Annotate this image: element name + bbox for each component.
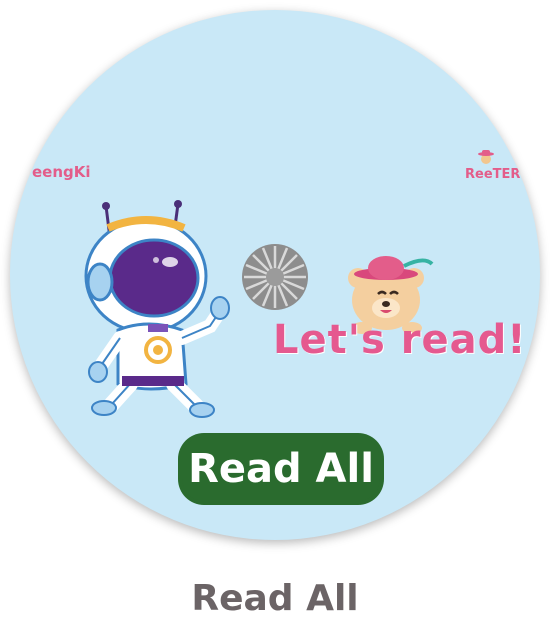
brand-logo-left: eengKi (32, 163, 91, 181)
lets-read-heading: Let's read! (273, 317, 527, 363)
read-all-caption: Read All (191, 578, 359, 619)
loading-spinner-icon (242, 244, 308, 310)
read-all-button[interactable]: Read All (182, 437, 380, 501)
bear-logo-icon (478, 150, 494, 164)
brand-logo-right: ReeTER (465, 150, 520, 182)
read-all-thumbnail-card[interactable]: eengKi ReeTER Let's read! Read All (10, 10, 540, 540)
astronaut-icon (84, 200, 230, 418)
